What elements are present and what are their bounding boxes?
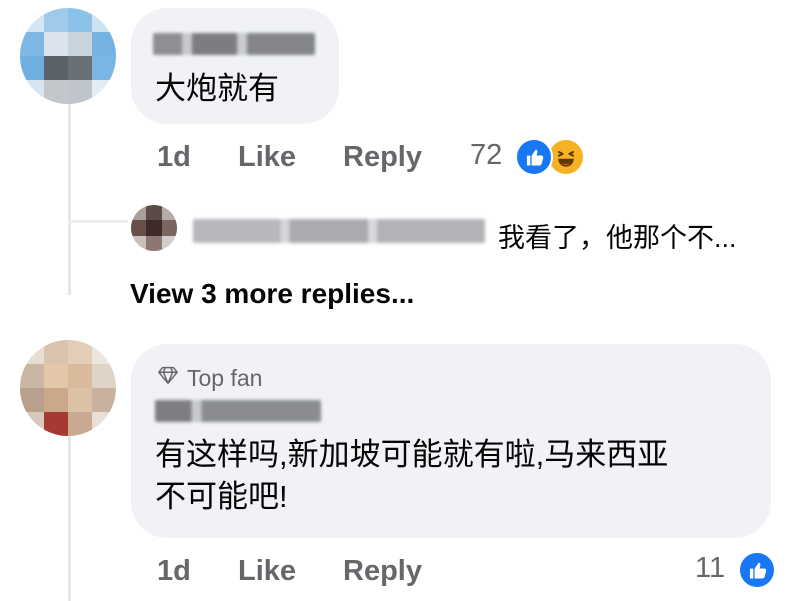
comment-timestamp[interactable]: 1d — [157, 555, 191, 588]
comment-author-name[interactable] — [155, 400, 321, 422]
like-button[interactable]: Like — [238, 555, 296, 588]
like-button[interactable]: Like — [238, 141, 296, 174]
reply-avatar[interactable] — [131, 205, 177, 251]
comment-text: 有这样吗,新加坡可能就有啦,马来西亚 不可能吧! — [155, 437, 669, 514]
diamond-icon — [157, 364, 179, 392]
view-more-replies-link[interactable]: View 3 more replies... — [130, 278, 414, 310]
reaction-count[interactable]: 11 — [695, 552, 725, 585]
thread-line — [68, 420, 71, 601]
top-fan-badge: Top fan — [157, 364, 262, 392]
reaction-count[interactable]: 72 — [470, 139, 502, 172]
comment-timestamp[interactable]: 1d — [157, 141, 191, 174]
comment-author-name[interactable] — [153, 33, 315, 55]
comment-text: 大炮就有 — [155, 71, 279, 106]
thread-line — [68, 100, 71, 295]
reply-button[interactable]: Reply — [343, 141, 422, 174]
avatar[interactable] — [20, 340, 116, 436]
badge-label: Top fan — [187, 364, 263, 391]
thread-line — [68, 220, 128, 223]
avatar[interactable] — [20, 8, 116, 104]
comment-bubble: 大炮就有 — [131, 8, 339, 124]
comment-bubble: Top fan 有这样吗,新加坡可能就有啦,马来西亚 不可能吧! — [131, 344, 771, 538]
reply-preview-text[interactable]: 我看了，他那个不... — [498, 216, 737, 255]
like-icon — [738, 551, 776, 589]
like-icon — [515, 138, 553, 176]
reply-author-name[interactable] — [193, 219, 485, 243]
reply-button[interactable]: Reply — [343, 555, 422, 588]
